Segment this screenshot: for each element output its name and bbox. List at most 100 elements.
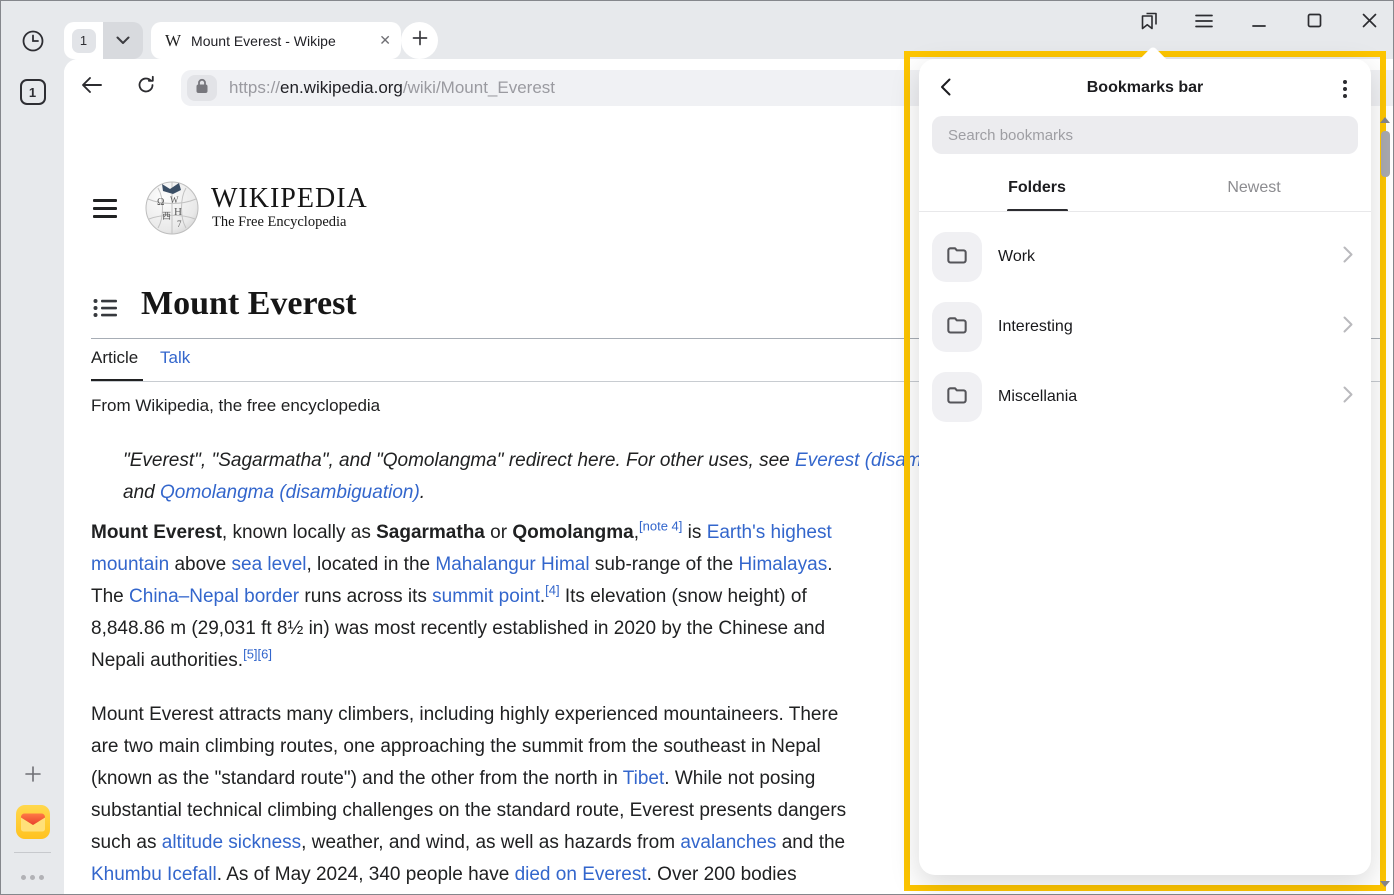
- reference-link[interactable]: [4]: [545, 583, 559, 598]
- tab-group-chip[interactable]: 1: [64, 22, 143, 59]
- text-segment: or: [485, 522, 512, 543]
- reference-link[interactable]: [7][8]: [814, 893, 843, 894]
- text-segment: such as: [91, 832, 162, 853]
- hamburger-icon: [1195, 14, 1213, 33]
- close-icon: [1362, 13, 1377, 33]
- text-segment: are two main climbing routes, one approa…: [91, 736, 821, 757]
- text-segment: sub-range of the: [590, 554, 739, 575]
- wiki-link[interactable]: China–Nepal border: [129, 586, 299, 607]
- plus-icon: [23, 764, 43, 789]
- text-segment: 8,848.86 m (29,031 ft 8½ in) was most re…: [91, 618, 825, 639]
- wiki-menu-button[interactable]: [93, 199, 117, 219]
- scrollbar-thumb[interactable]: [1381, 131, 1390, 177]
- back-button[interactable]: [76, 71, 108, 103]
- wiki-link[interactable]: Khumbu Icefall: [91, 864, 217, 885]
- panel-menu-button[interactable]: [1329, 73, 1361, 105]
- chevron-right-icon: [1343, 386, 1353, 408]
- text-segment: Mount Everest attracts many climbers, in…: [91, 704, 838, 725]
- scrollbar-up-arrow-icon[interactable]: [1380, 117, 1390, 123]
- wiki-link[interactable]: died on Everest: [515, 864, 647, 885]
- maximize-button[interactable]: [1300, 9, 1328, 37]
- browser-tab-mount-everest[interactable]: W Mount Everest - Wikipe ✕: [151, 22, 401, 59]
- tab-group-expand-button[interactable]: [103, 22, 143, 59]
- url-host: en.wikipedia.org: [280, 78, 403, 97]
- folder-row-interesting[interactable]: Interesting: [919, 292, 1371, 362]
- browser-menu-button[interactable]: [1190, 9, 1218, 37]
- wiki-link[interactable]: Himalayas: [739, 554, 828, 575]
- panel-back-button[interactable]: [929, 73, 961, 105]
- maximize-icon: [1307, 13, 1322, 33]
- tab-counter-button[interactable]: 1: [1, 74, 64, 110]
- wiki-link[interactable]: avalanches: [680, 832, 776, 853]
- new-tab-button[interactable]: [401, 22, 438, 59]
- browser-window: { "sidebar": { "tab_count": "1" }, "tab_…: [0, 0, 1394, 895]
- minimize-icon: [1252, 14, 1266, 33]
- tab-title: Mount Everest - Wikipe: [191, 33, 375, 49]
- wiki-link[interactable]: summit point: [432, 586, 540, 607]
- chevron-right-icon: [1343, 316, 1353, 338]
- tab-newest[interactable]: Newest: [1209, 179, 1299, 197]
- reload-button[interactable]: [130, 71, 162, 103]
- text-segment: Nepali authorities.: [91, 650, 243, 671]
- tab-article[interactable]: Article: [91, 348, 138, 368]
- panel-title: Bookmarks bar: [919, 79, 1371, 97]
- reference-link[interactable]: [note 4]: [639, 519, 682, 534]
- clock-icon: [21, 29, 45, 58]
- sidebar-more-button[interactable]: [1, 859, 64, 895]
- sidebar-add-button[interactable]: [1, 758, 64, 794]
- wiki-link[interactable]: Qomolangma (disambiguation): [160, 482, 420, 503]
- yandex-mail-button[interactable]: [1, 806, 64, 842]
- url-scheme: https://: [229, 78, 280, 97]
- text-segment: runs across its: [299, 586, 432, 607]
- wikipedia-favicon: W: [165, 31, 181, 51]
- text-segment: . Over 200 bodies: [647, 864, 797, 885]
- text-segment: , weather, and wind, as well as hazards …: [301, 832, 680, 853]
- text-segment: . While not posing: [664, 768, 815, 789]
- browser-sidebar: 1: [1, 1, 64, 894]
- tab-folders[interactable]: Folders: [991, 179, 1083, 197]
- wiki-link[interactable]: Tibet: [623, 768, 665, 789]
- tab-talk[interactable]: Talk: [160, 348, 190, 368]
- tab-count-badge: 1: [20, 79, 46, 105]
- history-button[interactable]: [1, 25, 64, 61]
- bookmarks-search-input[interactable]: [932, 116, 1358, 154]
- bookmarks-panel: Bookmarks bar Folders Newest Work: [919, 59, 1371, 875]
- bookmarks-panel-button[interactable]: [1135, 9, 1163, 37]
- folder-icon: [944, 382, 970, 413]
- wiki-link[interactable]: sea level: [232, 554, 307, 575]
- url-text: https://en.wikipedia.org/wiki/Mount_Ever…: [229, 78, 555, 98]
- tab-close-icon[interactable]: ✕: [379, 32, 391, 49]
- text-segment: above: [169, 554, 231, 575]
- text-segment: .: [827, 554, 832, 575]
- reload-icon: [136, 75, 156, 100]
- tabs-divider: [919, 211, 1371, 212]
- close-button[interactable]: [1355, 9, 1383, 37]
- tab-strip: 1 W Mount Everest - Wikipe ✕: [64, 1, 1393, 59]
- tab-group-count: 1: [64, 22, 103, 59]
- wiki-link[interactable]: mountain: [91, 554, 169, 575]
- svg-text:7: 7: [177, 219, 182, 229]
- table-of-contents-icon[interactable]: [93, 298, 117, 323]
- folders-list: Work Interesting Miscellania: [919, 222, 1371, 432]
- ellipsis-icon: [21, 875, 44, 880]
- scrollbar-down-arrow-icon[interactable]: [1380, 881, 1390, 887]
- site-security-chip[interactable]: [187, 75, 217, 101]
- text-segment: and the: [776, 832, 845, 853]
- wikipedia-globe-logo[interactable]: Ω W H 西 7: [144, 179, 200, 242]
- folder-row-miscellania[interactable]: Miscellania: [919, 362, 1371, 432]
- wiki-link[interactable]: Mahalangur Himal: [435, 554, 589, 575]
- wiki-link[interactable]: altitude sickness: [162, 832, 301, 853]
- window-controls: [1135, 9, 1383, 37]
- minimize-button[interactable]: [1245, 9, 1273, 37]
- text-segment: Qomolangma: [512, 522, 633, 543]
- bookmarks-tabs: Folders Newest: [919, 171, 1371, 211]
- folder-row-work[interactable]: Work: [919, 222, 1371, 292]
- reference-link[interactable]: [5][6]: [243, 647, 272, 662]
- page-scrollbar[interactable]: [1379, 101, 1391, 889]
- wiki-link[interactable]: Earth's highest: [707, 522, 832, 543]
- plus-icon: [411, 29, 429, 52]
- text-segment: substantial technical climbing challenge…: [91, 800, 846, 821]
- wikipedia-wordmark[interactable]: WIKIPEDIA: [211, 183, 368, 215]
- bookmarks-panel-header: Bookmarks bar: [919, 59, 1371, 117]
- url-path: /wiki/Mount_Everest: [403, 78, 555, 97]
